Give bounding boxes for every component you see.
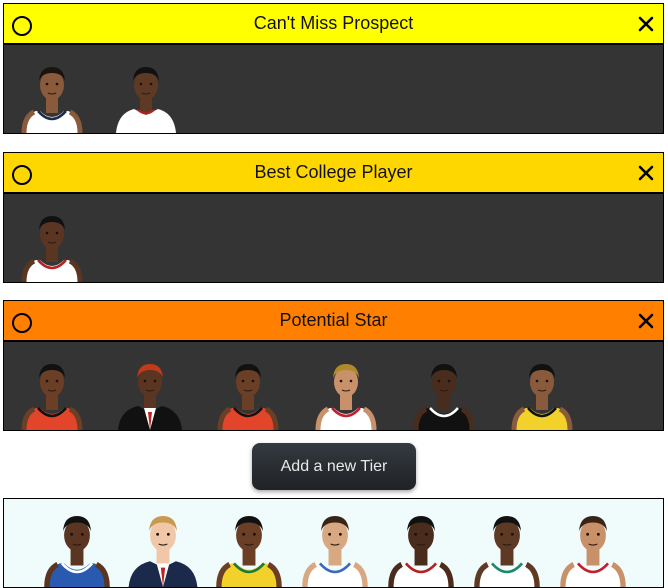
player-card[interactable] xyxy=(120,501,206,587)
player-card[interactable] xyxy=(502,350,582,430)
tier-color-circle-icon[interactable] xyxy=(12,313,32,333)
tier-header: Can't Miss Prospect xyxy=(3,3,664,45)
tier-title[interactable]: Best College Player xyxy=(254,162,412,183)
tier-color-circle-icon[interactable] xyxy=(12,165,32,185)
tier-color-circle-icon[interactable] xyxy=(12,16,32,36)
add-tier-button[interactable]: Add a new Tier xyxy=(252,443,416,490)
player-card[interactable] xyxy=(110,350,190,430)
tier-header: Potential Star xyxy=(3,300,664,342)
player-card[interactable] xyxy=(106,53,186,133)
tier-drop-zone[interactable] xyxy=(3,342,664,431)
tier-title[interactable]: Potential Star xyxy=(279,310,387,331)
player-card[interactable] xyxy=(306,350,386,430)
player-card[interactable] xyxy=(292,501,378,587)
close-icon[interactable] xyxy=(637,13,655,33)
player-card[interactable] xyxy=(12,202,92,282)
player-card[interactable] xyxy=(208,350,288,430)
close-icon[interactable] xyxy=(637,310,655,330)
player-card[interactable] xyxy=(12,53,92,133)
tier-title[interactable]: Can't Miss Prospect xyxy=(254,13,414,34)
player-card[interactable] xyxy=(206,501,292,587)
player-card[interactable] xyxy=(550,501,636,587)
tier-row: Potential Star xyxy=(3,300,664,431)
tier-row: Can't Miss Prospect xyxy=(3,3,664,134)
player-card[interactable] xyxy=(12,350,92,430)
unranked-player-pool[interactable] xyxy=(3,498,664,588)
tier-row: Best College Player xyxy=(3,152,664,283)
player-card[interactable] xyxy=(404,350,484,430)
player-card[interactable] xyxy=(34,501,120,587)
player-card[interactable] xyxy=(464,501,550,587)
player-card[interactable] xyxy=(378,501,464,587)
tier-drop-zone[interactable] xyxy=(3,45,664,134)
close-icon[interactable] xyxy=(637,162,655,182)
tier-header: Best College Player xyxy=(3,152,664,194)
tier-drop-zone[interactable] xyxy=(3,194,664,283)
